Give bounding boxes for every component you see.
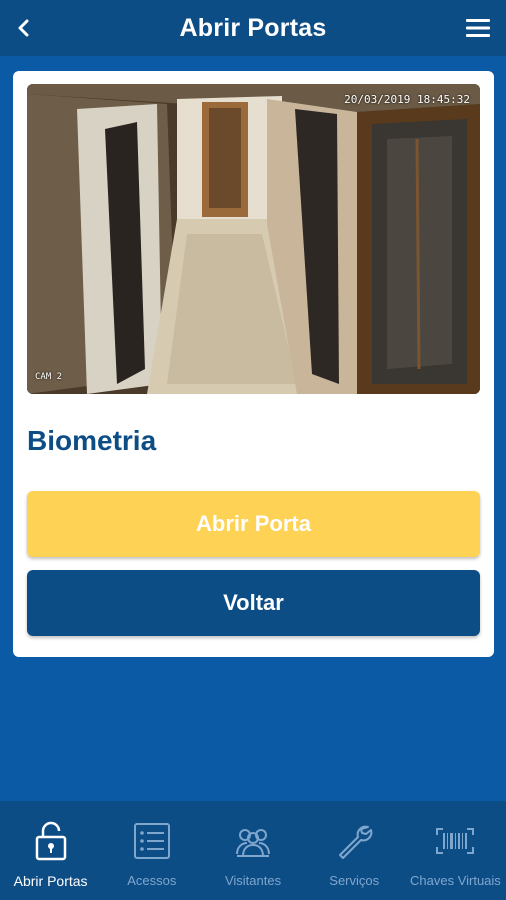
back-action-button[interactable]: Voltar bbox=[27, 570, 480, 636]
camera-timestamp: 20/03/2019 18:45:32 bbox=[344, 93, 470, 106]
camera-label: CAM 2 bbox=[35, 372, 63, 382]
chevron-left-icon bbox=[18, 19, 29, 37]
list-icon bbox=[132, 821, 172, 861]
app-header: Abrir Portas bbox=[0, 0, 506, 56]
camera-image bbox=[27, 84, 480, 394]
nav-item-visitantes[interactable]: Visitantes bbox=[202, 801, 303, 900]
nav-item-acessos[interactable]: Acessos bbox=[101, 801, 202, 900]
camera-feed: 20/03/2019 18:45:32 CAM 2 bbox=[27, 84, 480, 394]
unlock-icon bbox=[31, 821, 71, 861]
nav-label: Visitantes bbox=[224, 873, 282, 888]
hamburger-menu-icon bbox=[466, 19, 490, 37]
bottom-nav: Abrir Portas Acessos Visitantes Serviços… bbox=[0, 801, 506, 900]
open-door-button[interactable]: Abrir Porta bbox=[27, 491, 480, 557]
menu-button[interactable] bbox=[462, 14, 494, 42]
nav-label: Serviços bbox=[329, 873, 380, 888]
door-card: 20/03/2019 18:45:32 CAM 2 Biometria Abri… bbox=[13, 71, 494, 657]
back-button[interactable] bbox=[8, 12, 40, 44]
nav-label: Acessos bbox=[127, 873, 177, 888]
nav-item-servicos[interactable]: Serviços bbox=[304, 801, 405, 900]
nav-label: Chaves Virtuais bbox=[410, 873, 501, 888]
nav-label: Abrir Portas bbox=[13, 873, 88, 889]
wrench-icon bbox=[334, 821, 374, 861]
section-title: Biometria bbox=[27, 425, 157, 456]
page-title: Abrir Portas bbox=[179, 13, 327, 42]
nav-item-chaves-virtuais[interactable]: Chaves Virtuais bbox=[405, 801, 506, 900]
barcode-icon bbox=[435, 821, 475, 861]
people-icon bbox=[233, 821, 273, 861]
nav-item-abrir-portas[interactable]: Abrir Portas bbox=[0, 801, 101, 900]
